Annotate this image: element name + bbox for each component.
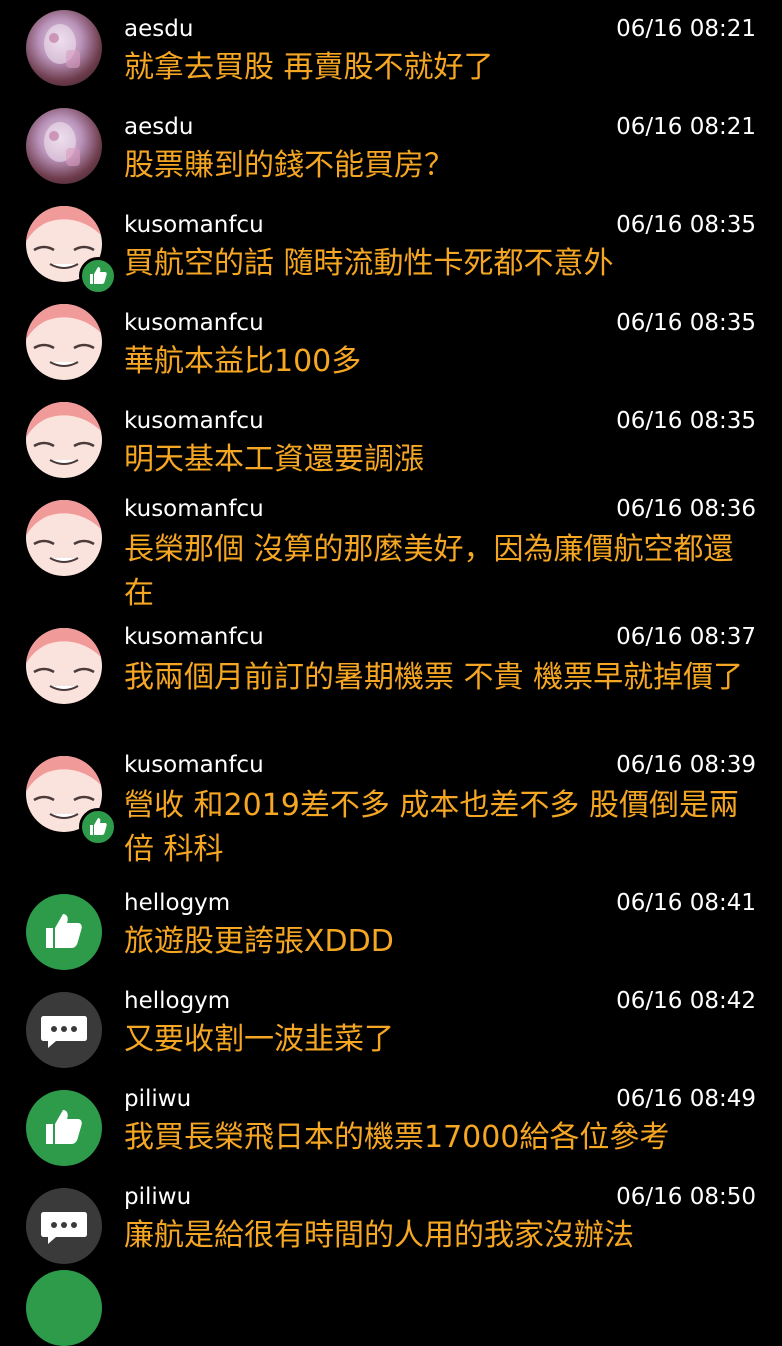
comment-text: 廉航是給很有時間的人用的我家沒辦法 (124, 1218, 634, 1253)
thumbs-up-badge-icon (79, 257, 117, 295)
comment-username[interactable]: kusomanfcu (124, 750, 264, 780)
comment-timestamp: 06/16 08:35 (616, 310, 756, 336)
cartoon-face-avatar[interactable] (26, 500, 102, 576)
comment-text: 旅遊股更誇張XDDD (124, 924, 394, 959)
comment-timestamp: 06/16 08:21 (616, 114, 756, 140)
comment-row[interactable]: kusomanfcu 06/16 08:36 長榮那個 沒算的那麼美好，因為廉價… (0, 490, 782, 618)
comment-row[interactable]: piliwu 06/16 08:50 廉航是給很有時間的人用的我家沒辦法 (0, 1178, 782, 1270)
comment-timestamp: 06/16 08:42 (616, 988, 756, 1014)
comment-text: 股票賺到的錢不能買房？ (124, 148, 454, 183)
photo-avatar[interactable] (26, 108, 102, 184)
comment-username[interactable]: piliwu (124, 1182, 191, 1212)
comment-text: 就拿去買股 再賣股不就好了 (124, 50, 494, 85)
comment-timestamp: 06/16 08:41 (616, 890, 756, 916)
comment-username[interactable]: kusomanfcu (124, 494, 264, 524)
comment-timestamp: 06/16 08:37 (616, 624, 756, 650)
comment-username[interactable]: kusomanfcu (124, 308, 264, 338)
comment-text: 又要收割一波韭菜了 (124, 1022, 394, 1057)
comment-timestamp: 06/16 08:35 (616, 408, 756, 434)
comment-timestamp: 06/16 08:36 (616, 496, 756, 522)
thumbs-up-badge-icon (79, 808, 117, 846)
comment-row[interactable]: kusomanfcu 06/16 08:35 買航空的話 隨時流動性卡死都不意外 (0, 196, 782, 295)
comment-username[interactable]: hellogym (124, 888, 230, 918)
comment-row[interactable]: kusomanfcu 06/16 08:37 我兩個月前訂的暑期機票 不貴 機票… (0, 618, 782, 746)
comment-username[interactable]: kusomanfcu (124, 210, 264, 240)
cartoon-face-avatar[interactable] (26, 402, 102, 478)
photo-avatar[interactable] (26, 10, 102, 86)
comment-row[interactable]: piliwu 06/16 08:49 我買長榮飛日本的機票17000給各位參考 (0, 1080, 782, 1178)
comment-text: 買航空的話 隨時流動性卡死都不意外 (124, 246, 614, 281)
comment-bubble-icon[interactable] (26, 1188, 102, 1264)
comment-row[interactable]: kusomanfcu 06/16 08:35 明天基本工資還要調漲 (0, 392, 782, 490)
comment-text: 明天基本工資還要調漲 (124, 442, 424, 477)
comment-row[interactable]: hellogym 06/16 08:42 又要收割一波韭菜了 (0, 982, 782, 1080)
thumbs-up-icon[interactable] (26, 894, 102, 970)
comment-text: 華航本益比100多 (124, 344, 362, 379)
comment-username[interactable]: kusomanfcu (124, 622, 264, 652)
cartoon-face-avatar[interactable] (26, 628, 102, 704)
comment-username[interactable]: piliwu (124, 1084, 191, 1114)
comment-username[interactable]: aesdu (124, 112, 193, 142)
thumbs-up-icon[interactable] (26, 1090, 102, 1166)
comment-username[interactable]: kusomanfcu (124, 406, 264, 436)
comment-timestamp: 06/16 08:35 (616, 212, 756, 238)
comment-timestamp: 06/16 08:21 (616, 16, 756, 42)
comment-timestamp: 06/16 08:49 (616, 1086, 756, 1112)
comment-bubble-icon[interactable] (26, 992, 102, 1068)
comment-row[interactable]: kusomanfcu 06/16 08:39 營收 和2019差不多 成本也差不… (0, 746, 782, 874)
comment-row[interactable]: aesdu 06/16 08:21 股票賺到的錢不能買房？ (0, 98, 782, 196)
comment-text: 我兩個月前訂的暑期機票 不貴 機票早就掉價了 (124, 660, 744, 695)
comment-timestamp: 06/16 08:50 (616, 1184, 756, 1210)
comment-username[interactable]: aesdu (124, 14, 193, 44)
comment-row[interactable]: aesdu 06/16 08:21 就拿去買股 再賣股不就好了 (0, 0, 782, 98)
comment-text: 我買長榮飛日本的機票17000給各位參考 (124, 1120, 670, 1155)
comment-timestamp: 06/16 08:39 (616, 752, 756, 778)
thumbs-up-icon[interactable] (26, 1270, 102, 1346)
cartoon-face-avatar[interactable] (26, 304, 102, 380)
comment-row[interactable]: hellogym 06/16 08:41 旅遊股更誇張XDDD (0, 884, 782, 982)
comment-text: 營收 和2019差不多 成本也差不多 股價倒是兩倍 科科 (124, 788, 739, 867)
comment-username[interactable]: hellogym (124, 986, 230, 1016)
comment-row[interactable]: kusomanfcu 06/16 08:35 華航本益比100多 (0, 294, 782, 392)
comment-text: 長榮那個 沒算的那麼美好，因為廉價航空都還在 (124, 532, 734, 611)
